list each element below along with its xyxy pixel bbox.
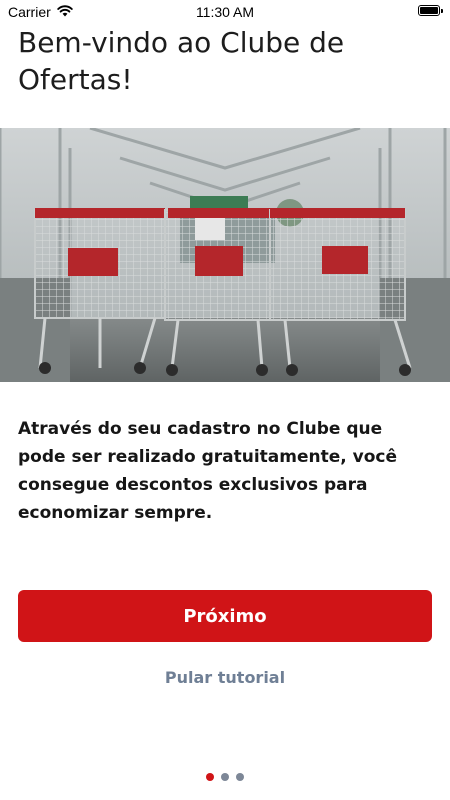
status-time: 11:30 AM [195,4,255,20]
pagination-dots [0,773,450,781]
next-button[interactable]: Próximo [18,590,432,642]
battery-icon [418,5,443,16]
page-title: Bem-vindo ao Clube de Ofertas! [18,26,345,96]
hero-image [0,128,450,382]
onboarding-description: Através do seu cadastro no Clube que pod… [18,419,398,523]
status-bar: Carrier 11:30 AM [0,0,450,24]
page-dot-active[interactable] [206,773,214,781]
page-dot[interactable] [221,773,229,781]
page-dot[interactable] [236,773,244,781]
skip-tutorial-link[interactable]: Pular tutorial [0,668,450,687]
